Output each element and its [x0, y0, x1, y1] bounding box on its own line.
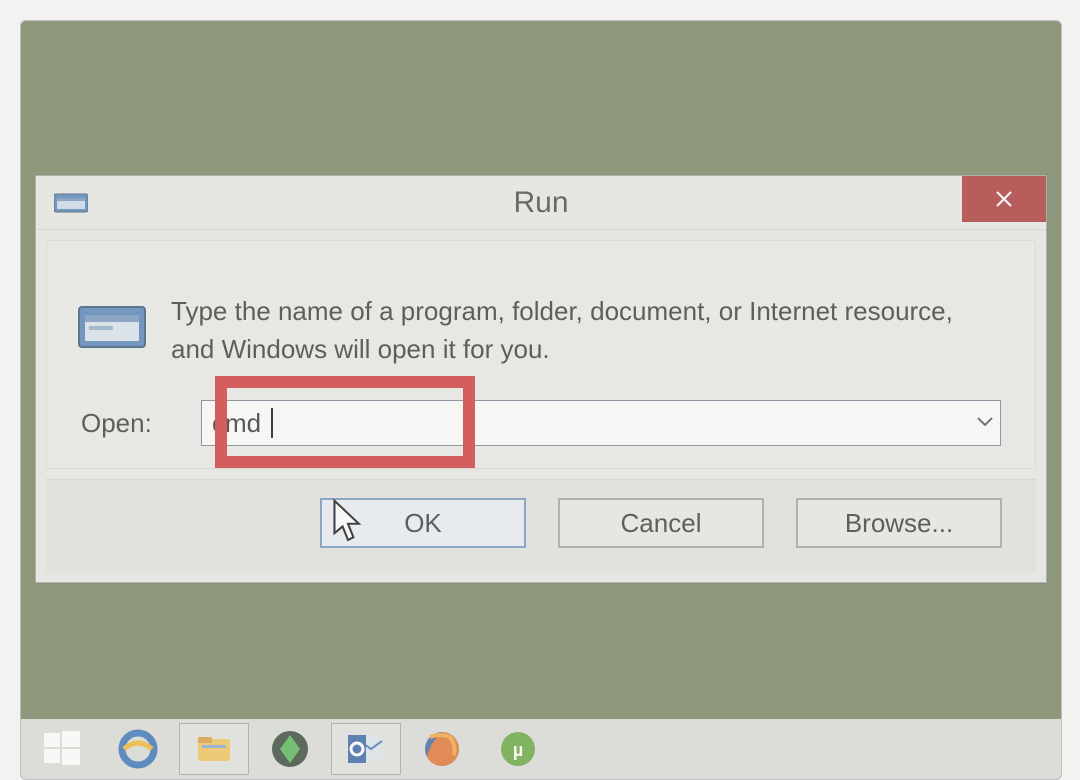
desktop-area: Run Type the name of a progr [20, 20, 1062, 780]
titlebar[interactable]: Run [36, 176, 1046, 230]
diamond-icon [268, 727, 312, 771]
windows-icon [40, 727, 84, 771]
instruction-text: Type the name of a program, folder, docu… [171, 293, 1001, 368]
firefox-icon [420, 727, 464, 771]
open-input[interactable] [201, 400, 1001, 446]
button-row: OK Cancel Browse... [46, 479, 1036, 572]
outlook-icon [344, 727, 388, 771]
browse-button[interactable]: Browse... [796, 498, 1002, 548]
green-circle-icon: µ [496, 727, 540, 771]
run-icon [54, 191, 88, 215]
taskbar-item-sims[interactable] [255, 723, 325, 775]
ie-icon [116, 727, 160, 771]
open-row: Open: [81, 400, 1001, 446]
dialog-title: Run [36, 186, 1046, 220]
svg-text:µ: µ [513, 740, 523, 760]
close-icon [994, 189, 1014, 209]
dialog-body: Type the name of a program, folder, docu… [46, 240, 1036, 469]
open-input-wrap [201, 400, 1001, 446]
taskbar-item-ie[interactable] [103, 723, 173, 775]
close-button[interactable] [962, 176, 1046, 222]
info-row: Type the name of a program, folder, docu… [81, 293, 1001, 368]
open-label: Open: [81, 408, 173, 439]
ok-button[interactable]: OK [320, 498, 526, 548]
run-dialog: Run Type the name of a progr [35, 175, 1047, 583]
cancel-button[interactable]: Cancel [558, 498, 764, 548]
run-icon-large [77, 299, 147, 353]
folder-icon [192, 727, 236, 771]
taskbar-item-app[interactable]: µ [483, 723, 553, 775]
taskbar-item-outlook[interactable] [331, 723, 401, 775]
taskbar: µ [21, 719, 1061, 779]
taskbar-item-firefox[interactable] [407, 723, 477, 775]
start-button[interactable] [27, 723, 97, 775]
taskbar-item-explorer[interactable] [179, 723, 249, 775]
